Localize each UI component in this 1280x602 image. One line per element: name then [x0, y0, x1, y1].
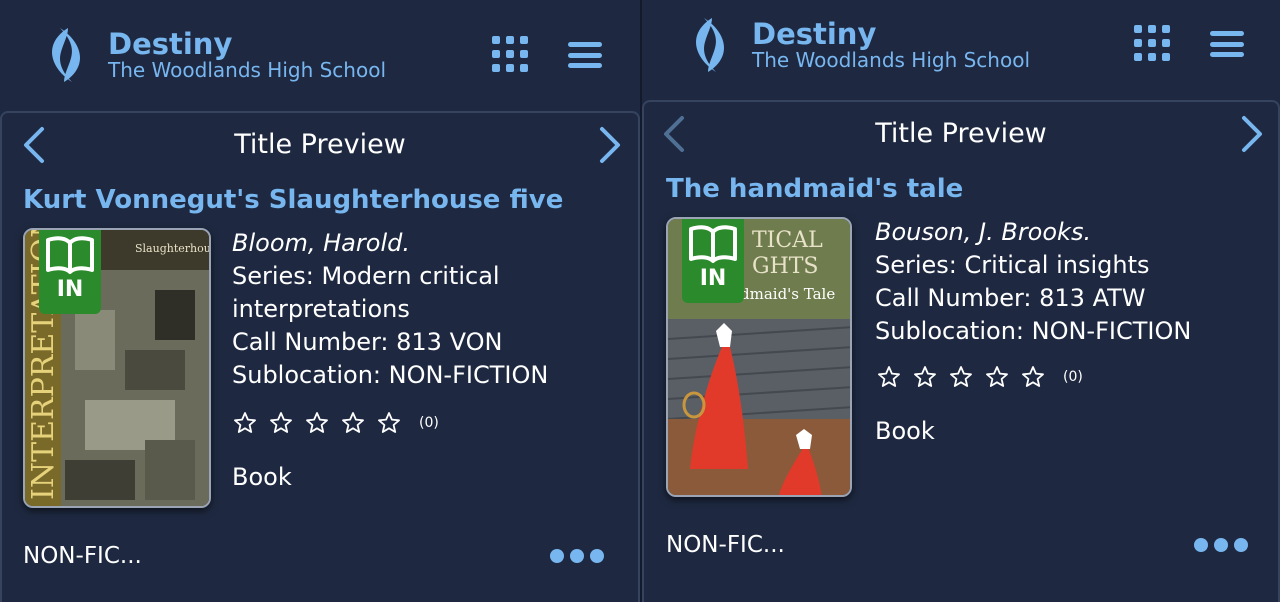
card-header: Title Preview: [644, 102, 1278, 166]
availability-badge: IN: [39, 230, 101, 314]
sublocation: Sublocation: NON-FICTION: [232, 361, 549, 389]
availability-badge: IN: [682, 219, 744, 303]
hamburger-menu-icon[interactable]: [1210, 31, 1244, 57]
card-title: Title Preview: [875, 118, 1047, 149]
open-book-icon: [689, 225, 737, 263]
author[interactable]: Bloom, Harold.: [232, 227, 548, 260]
apps-grid-icon[interactable]: [1134, 25, 1174, 65]
book-title-link[interactable]: The handmaid's tale: [666, 174, 963, 204]
location-label: NON-FIC...: [666, 532, 785, 558]
star-outline-icon[interactable]: [913, 365, 937, 389]
left-screen: Destiny The Woodlands High School Title …: [0, 0, 640, 602]
book-details: Bloom, Harold. Series: Modern critical i…: [232, 227, 548, 392]
book-title-link[interactable]: Kurt Vonnegut's Slaughterhouse five: [23, 185, 563, 215]
hamburger-menu-icon[interactable]: [568, 42, 602, 68]
series: Series: Critical insights: [875, 251, 1150, 279]
card-header: Title Preview: [2, 113, 638, 177]
star-outline-icon[interactable]: [233, 411, 257, 435]
app-brand[interactable]: Destiny The Woodlands High School: [690, 16, 1030, 74]
apps-grid-icon[interactable]: [492, 36, 532, 76]
chevron-right-icon[interactable]: [1236, 112, 1266, 156]
star-outline-icon[interactable]: [949, 365, 973, 389]
title-preview-card: Title Preview Kurt Vonnegut's Slaughterh…: [0, 111, 640, 602]
rating-count: (0): [419, 415, 439, 431]
more-dots-icon[interactable]: [1194, 538, 1248, 552]
star-outline-icon[interactable]: [985, 365, 1009, 389]
svg-text:GHTS: GHTS: [752, 254, 819, 279]
star-outline-icon[interactable]: [305, 411, 329, 435]
star-outline-icon[interactable]: [877, 365, 901, 389]
location-label: NON-FIC...: [23, 543, 142, 569]
svg-text:TICAL: TICAL: [752, 228, 823, 253]
star-outline-icon[interactable]: [1021, 365, 1045, 389]
star-outline-icon[interactable]: [377, 411, 401, 435]
series-line-1: Series: Modern critical: [232, 262, 500, 290]
star-rating[interactable]: (0): [877, 365, 1083, 389]
school-name: The Woodlands High School: [752, 48, 1031, 72]
availability-status: IN: [699, 266, 727, 291]
sublocation: Sublocation: NON-FICTION: [875, 317, 1192, 345]
school-name: The Woodlands High School: [108, 58, 387, 82]
right-screen: Destiny The Woodlands High School Title …: [640, 0, 1280, 602]
author[interactable]: Bouson, J. Brooks.: [875, 216, 1191, 249]
app-brand[interactable]: Destiny The Woodlands High School: [46, 26, 386, 84]
open-book-icon: [46, 236, 94, 274]
app-title: Destiny: [752, 17, 877, 51]
destiny-logo-icon: [52, 28, 80, 82]
chevron-right-icon[interactable]: [594, 123, 624, 167]
rating-count: (0): [1063, 369, 1083, 385]
material-type: Book: [232, 463, 292, 491]
book-cover[interactable]: INTERPRETATIONS Slaughterhouse-Five IN: [23, 228, 211, 508]
destiny-logo-icon: [696, 18, 724, 72]
card-title: Title Preview: [234, 129, 406, 160]
title-preview-card: Title Preview The handmaid's tale TICAL …: [642, 100, 1280, 602]
svg-text:dmaid's Tale: dmaid's Tale: [740, 285, 835, 303]
availability-status: IN: [56, 277, 84, 302]
star-outline-icon[interactable]: [341, 411, 365, 435]
star-rating[interactable]: (0): [233, 411, 439, 435]
call-number: Call Number: 813 VON: [232, 328, 503, 356]
book-cover[interactable]: TICAL GHTS dmaid's Tale IN: [666, 217, 852, 497]
material-type: Book: [875, 417, 935, 445]
call-number: Call Number: 813 ATW: [875, 284, 1146, 312]
star-outline-icon[interactable]: [269, 411, 293, 435]
svg-text:Slaughterhouse-Five: Slaughterhouse-Five: [135, 242, 211, 255]
book-details: Bouson, J. Brooks. Series: Critical insi…: [875, 216, 1191, 348]
series-line-2: interpretations: [232, 295, 410, 323]
more-dots-icon[interactable]: [550, 549, 604, 563]
app-title: Destiny: [108, 27, 233, 61]
